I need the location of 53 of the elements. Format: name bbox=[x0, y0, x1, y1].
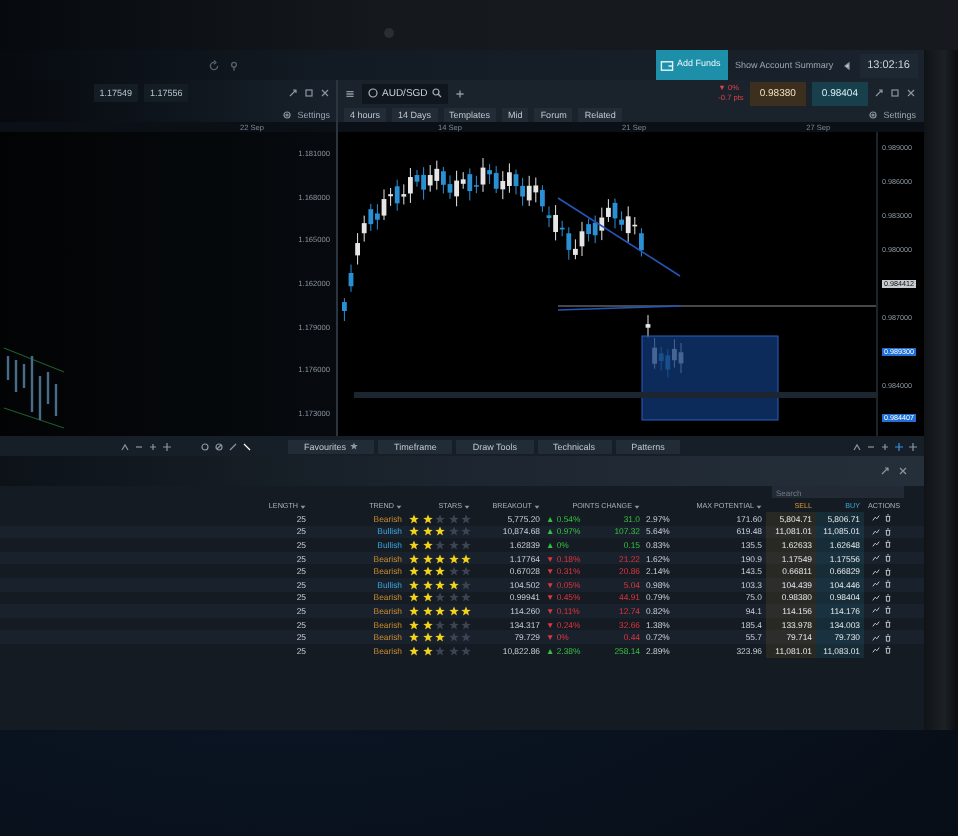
wallet-icon bbox=[659, 59, 674, 71]
expand-icon[interactable] bbox=[288, 88, 298, 98]
support-line[interactable] bbox=[557, 305, 681, 311]
trash-icon[interactable] bbox=[884, 646, 892, 655]
candle bbox=[342, 297, 347, 322]
expand-icon[interactable] bbox=[880, 466, 890, 476]
crosshair-icon[interactable] bbox=[162, 441, 172, 451]
block-icon[interactable] bbox=[214, 441, 224, 451]
zoom-out-icon[interactable] bbox=[866, 441, 876, 451]
trash-icon[interactable] bbox=[884, 554, 892, 563]
close-icon[interactable] bbox=[898, 466, 908, 476]
trash-icon[interactable] bbox=[884, 580, 892, 589]
zoom-in-icon[interactable] bbox=[880, 441, 890, 451]
trash-icon[interactable] bbox=[884, 567, 892, 576]
instrument-icon bbox=[368, 88, 378, 98]
zoom-out-icon[interactable] bbox=[134, 441, 144, 451]
trash-icon[interactable] bbox=[884, 593, 892, 602]
pin-icon[interactable] bbox=[228, 59, 240, 71]
sort-icon bbox=[756, 503, 762, 509]
chart-type-icon[interactable] bbox=[852, 441, 862, 451]
trash-icon[interactable] bbox=[884, 540, 892, 549]
trash-icon[interactable] bbox=[884, 620, 892, 629]
zoom-in-icon[interactable] bbox=[148, 441, 158, 451]
trash-icon[interactable] bbox=[884, 527, 892, 536]
sort-icon bbox=[396, 503, 402, 509]
camera-dot bbox=[384, 28, 394, 38]
sort-icon bbox=[300, 503, 306, 509]
chart-type-icon[interactable] bbox=[120, 441, 130, 451]
restore-icon[interactable] bbox=[890, 88, 900, 98]
trash-icon[interactable] bbox=[884, 633, 892, 642]
restore-icon[interactable] bbox=[304, 88, 314, 98]
crosshair-icon[interactable] bbox=[908, 441, 918, 451]
close-icon[interactable] bbox=[320, 88, 330, 98]
add-icon[interactable] bbox=[453, 87, 466, 99]
settings-icon[interactable] bbox=[867, 109, 878, 119]
refresh-icon[interactable] bbox=[208, 59, 220, 71]
trash-icon[interactable] bbox=[884, 514, 892, 523]
reset-icon[interactable] bbox=[200, 441, 210, 451]
settings-icon[interactable] bbox=[281, 109, 292, 119]
close-icon[interactable] bbox=[906, 88, 916, 98]
crosshair-icon[interactable] bbox=[894, 441, 904, 451]
sort-icon bbox=[634, 503, 640, 509]
expand-icon[interactable] bbox=[874, 88, 884, 98]
collapse-icon[interactable] bbox=[841, 59, 852, 71]
sort-icon bbox=[534, 503, 540, 509]
star-icon bbox=[350, 442, 359, 450]
line-tool-icon[interactable] bbox=[242, 441, 252, 451]
menu-icon[interactable] bbox=[344, 87, 356, 99]
sort-icon bbox=[464, 503, 470, 509]
trash-icon[interactable] bbox=[884, 606, 892, 615]
search-icon bbox=[431, 88, 442, 98]
pencil-icon[interactable] bbox=[228, 441, 238, 451]
trend-line[interactable] bbox=[557, 197, 681, 277]
